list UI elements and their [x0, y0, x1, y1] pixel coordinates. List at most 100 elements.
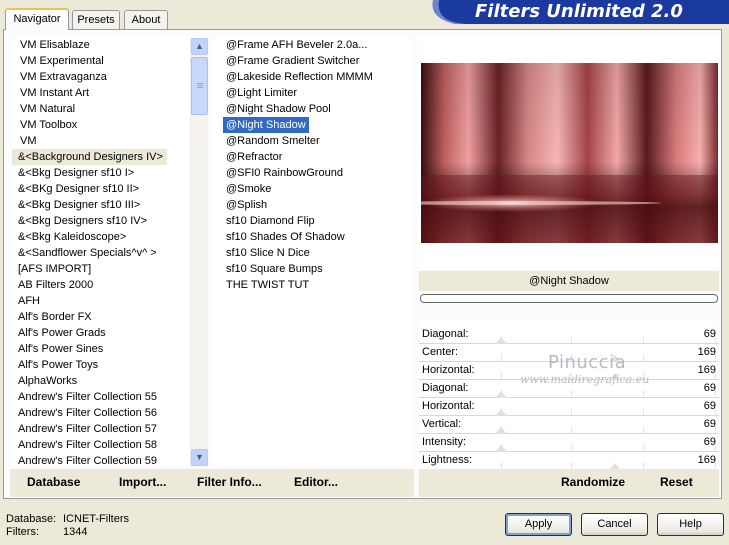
parameter-label: Diagonal:	[422, 382, 469, 394]
slider-tick	[643, 408, 644, 415]
filter-item[interactable]: sf10 Slice N Dice	[226, 245, 310, 261]
scroll-down-button[interactable]: ▼	[191, 449, 208, 466]
filter-info-button[interactable]: Filter Info...	[197, 475, 262, 489]
category-item[interactable]: &<Sandflower Specials^v^ >	[12, 245, 157, 261]
window-title: Filters Unlimited 2.0	[475, 1, 683, 22]
parameter-label: Lightness:	[422, 454, 473, 466]
parameter-value: 69	[703, 436, 716, 448]
apply-button[interactable]: Apply	[505, 513, 572, 536]
filters-label: Filters:	[6, 526, 39, 538]
filter-item[interactable]: @Random Smelter	[226, 133, 320, 149]
category-item[interactable]: Andrew's Filter Collection 57	[12, 421, 157, 437]
category-item[interactable]: &<Bkg Designer sf10 III>	[12, 197, 140, 213]
category-item[interactable]: VM Elisablaze	[12, 37, 90, 53]
category-item[interactable]: AlphaWorks	[12, 373, 77, 389]
database-button[interactable]: Database	[27, 475, 80, 489]
filter-item-selected[interactable]: @Night Shadow	[223, 117, 309, 133]
filter-item[interactable]: sf10 Diamond Flip	[226, 213, 315, 229]
import-button[interactable]: Import...	[119, 475, 166, 489]
tab-about[interactable]: About	[124, 10, 168, 29]
category-item[interactable]: AB Filters 2000	[12, 277, 93, 293]
slider-knob[interactable]	[495, 391, 508, 398]
category-item[interactable]: &<Background Designers IV>	[12, 149, 167, 165]
parameter-slider[interactable]: Intensity: 69	[419, 434, 719, 452]
category-item[interactable]: &<Bkg Designers sf10 IV>	[12, 213, 147, 229]
parameter-label: Vertical:	[422, 418, 462, 430]
parameter-label: Center:	[422, 346, 459, 358]
slider-knob[interactable]	[495, 409, 508, 416]
slider-tick	[501, 372, 502, 379]
filter-item[interactable]: sf10 Shades Of Shadow	[226, 229, 345, 245]
filter-item[interactable]: @SFI0 RainbowGround	[226, 165, 343, 181]
parameter-label: Diagonal:	[422, 328, 469, 340]
slider-knob[interactable]	[495, 427, 508, 434]
editor-button[interactable]: Editor...	[294, 475, 338, 489]
parameter-value: 169	[697, 346, 716, 358]
category-item[interactable]: Andrew's Filter Collection 58	[12, 437, 157, 453]
slider-knob[interactable]	[495, 337, 508, 344]
category-item[interactable]: &<BKg Designer sf10 II>	[12, 181, 139, 197]
parameter-slider[interactable]: Vertical: 69	[419, 416, 719, 434]
parameter-value: 169	[697, 364, 716, 376]
slider-tick	[571, 426, 572, 433]
parameter-slider[interactable]: Lightness: 169	[419, 452, 719, 470]
chevron-up-icon: ▲	[195, 41, 204, 51]
slider-tick	[571, 408, 572, 415]
title-banner: Filters Unlimited 2.0	[425, 0, 729, 24]
category-item[interactable]: VM Instant Art	[12, 85, 89, 101]
filter-item[interactable]: @Night Shadow Pool	[226, 101, 331, 117]
category-item[interactable]: VM Extravaganza	[12, 69, 107, 85]
category-item[interactable]: Alf's Border FX	[12, 309, 92, 325]
category-item[interactable]: Alf's Power Toys	[12, 357, 98, 373]
database-label: Database:	[6, 513, 57, 525]
category-item[interactable]: [AFS IMPORT]	[12, 261, 91, 277]
tab-presets[interactable]: Presets	[72, 10, 120, 29]
filter-list[interactable]: @Frame AFH Beveler 2.0a... @Frame Gradien…	[214, 37, 412, 467]
database-value: ICNET-Filters	[63, 513, 129, 525]
scroll-thumb[interactable]	[191, 57, 208, 115]
category-item[interactable]: VM Toolbox	[12, 117, 77, 133]
filters-value: 1344	[63, 526, 88, 538]
parameter-label: Horizontal:	[422, 364, 475, 376]
category-list[interactable]: VM Elisablaze VM Experimental VM Extravaga…	[12, 37, 190, 467]
slider-tick	[501, 462, 502, 469]
category-item[interactable]: Andrew's Filter Collection 55	[12, 389, 157, 405]
category-item[interactable]: Andrew's Filter Collection 59	[12, 453, 157, 467]
category-item[interactable]: Andrew's Filter Collection 56	[12, 405, 157, 421]
filter-item[interactable]: sf10 Square Bumps	[226, 261, 323, 277]
randomize-button[interactable]: Randomize	[561, 475, 625, 489]
category-item[interactable]: AFH	[12, 293, 40, 309]
slider-knob[interactable]	[495, 445, 508, 452]
cancel-button[interactable]: Cancel	[581, 513, 648, 536]
tab-navigator[interactable]: Navigator	[5, 8, 69, 30]
parameter-slider[interactable]: Diagonal: 69	[419, 326, 719, 344]
filter-item[interactable]: @Frame AFH Beveler 2.0a...	[226, 37, 367, 53]
filter-item[interactable]: @Lakeside Reflection MMMM	[226, 69, 373, 85]
filter-item[interactable]: @Splish	[226, 197, 267, 213]
category-item[interactable]: VM Experimental	[12, 53, 104, 69]
scroll-up-button[interactable]: ▲	[191, 38, 208, 55]
category-item[interactable]: Alf's Power Sines	[12, 341, 103, 357]
help-button[interactable]: Help	[657, 513, 724, 536]
parameter-value: 69	[703, 382, 716, 394]
filter-item[interactable]: @Light Limiter	[226, 85, 297, 101]
filter-item[interactable]: @Refractor	[226, 149, 282, 165]
slider-tick	[501, 354, 502, 361]
parameter-slider[interactable]: Horizontal: 69	[419, 398, 719, 416]
filter-item[interactable]: @Frame Gradient Switcher	[226, 53, 359, 69]
slider-tick	[643, 336, 644, 343]
filter-item[interactable]: THE TWIST TUT	[226, 277, 309, 293]
category-item[interactable]: Alf's Power Grads	[12, 325, 106, 341]
selected-filter-name: @Night Shadow	[529, 275, 609, 287]
parameter-value: 69	[703, 328, 716, 340]
category-item[interactable]: &<Bkg Designer sf10 I>	[12, 165, 134, 181]
category-item[interactable]: &<Bkg Kaleidoscope>	[12, 229, 126, 245]
category-item[interactable]: VM Natural	[12, 101, 75, 117]
slider-tick	[643, 462, 644, 469]
slider-tick	[643, 354, 644, 361]
category-scrollbar[interactable]: ▲ ▼	[190, 38, 208, 466]
slider-tick	[571, 390, 572, 397]
filter-item[interactable]: @Smoke	[226, 181, 271, 197]
reset-button[interactable]: Reset	[660, 475, 693, 489]
category-item[interactable]: VM	[12, 133, 37, 149]
